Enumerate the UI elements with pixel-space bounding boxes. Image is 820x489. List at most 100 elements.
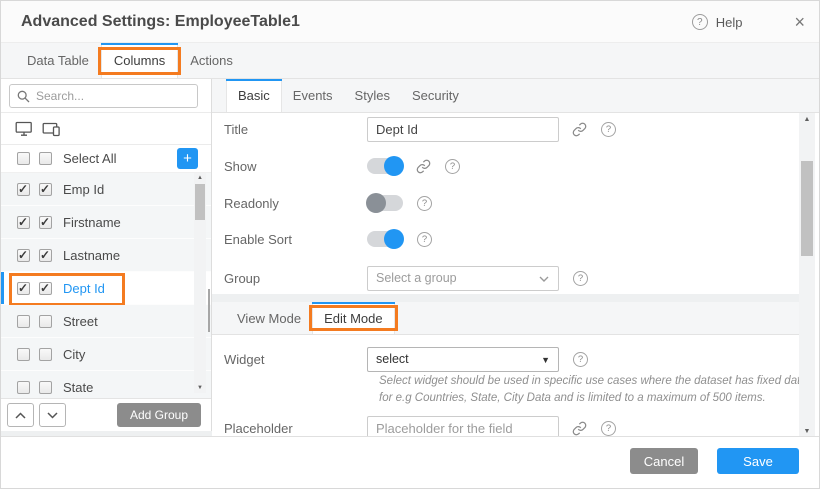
web-checkbox[interactable]: ✓ bbox=[17, 381, 30, 394]
readonly-label: Readonly bbox=[224, 196, 367, 211]
bind-link-icon[interactable] bbox=[572, 122, 587, 137]
widget-select[interactable]: select ▼ bbox=[367, 347, 559, 372]
column-row-city[interactable]: ✓ ✓ City bbox=[1, 338, 211, 371]
web-checkbox[interactable]: ✓ bbox=[17, 315, 30, 328]
sidebar-thin-scrollbar[interactable] bbox=[208, 289, 210, 332]
show-label: Show bbox=[224, 159, 367, 174]
help-link[interactable]: Help bbox=[716, 15, 743, 30]
group-label: Group bbox=[224, 271, 367, 286]
scroll-up-icon[interactable]: ▲ bbox=[194, 175, 206, 181]
tab-basic[interactable]: Basic bbox=[226, 79, 282, 112]
add-group-button[interactable]: Add Group bbox=[117, 403, 201, 427]
enable-sort-field-row: Enable Sort ? bbox=[224, 226, 795, 252]
tab-security[interactable]: Security bbox=[401, 79, 470, 112]
web-checkbox[interactable]: ✓ bbox=[17, 348, 30, 361]
panel-scrollbar[interactable]: ▲ ▼ bbox=[799, 113, 815, 438]
column-row-lastname[interactable]: ✓ ✓ Lastname bbox=[1, 239, 211, 272]
column-row-dept-id[interactable]: ✓ ✓ Dept Id bbox=[1, 272, 211, 305]
save-button[interactable]: Save bbox=[717, 448, 799, 474]
tab-label: Edit Mode bbox=[324, 311, 383, 326]
tab-view-mode[interactable]: View Mode bbox=[226, 302, 312, 334]
tab-label: Actions bbox=[190, 53, 233, 68]
column-row-street[interactable]: ✓ ✓ Street bbox=[1, 305, 211, 338]
tab-label: Styles bbox=[355, 88, 390, 103]
mobile-devices-icon[interactable] bbox=[42, 121, 62, 137]
search-field[interactable] bbox=[9, 84, 198, 108]
show-field-row: Show ? bbox=[224, 153, 795, 179]
web-checkbox[interactable]: ✓ bbox=[17, 282, 30, 295]
column-row-firstname[interactable]: ✓ ✓ Firstname bbox=[1, 206, 211, 239]
sidebar-scrollbar[interactable]: ▲ ▼ bbox=[194, 173, 206, 393]
column-row-state[interactable]: ✓ ✓ State bbox=[1, 371, 211, 398]
show-toggle[interactable] bbox=[367, 158, 403, 174]
tab-columns[interactable]: Columns bbox=[101, 43, 178, 78]
cancel-button[interactable]: Cancel bbox=[630, 448, 698, 474]
help-icon[interactable]: ? bbox=[417, 232, 432, 247]
column-list: ✓ ✓ Emp Id ✓ ✓ Firstname ✓ ✓ Lastname ✓ … bbox=[1, 173, 211, 398]
help-icon[interactable]: ? bbox=[417, 196, 432, 211]
group-select[interactable]: Select a group bbox=[367, 266, 559, 291]
mobile-checkbox[interactable]: ✓ bbox=[39, 216, 52, 229]
tab-events[interactable]: Events bbox=[282, 79, 344, 112]
move-up-button[interactable] bbox=[7, 403, 34, 427]
widget-label: Widget bbox=[224, 352, 367, 367]
mobile-checkbox[interactable]: ✓ bbox=[39, 381, 52, 394]
columns-sidebar: ✓ ✓ Select All + ✓ ✓ Emp Id ✓ ✓ Firstnam… bbox=[1, 79, 212, 431]
advanced-settings-dialog: Advanced Settings: EmployeeTable1 ? Help… bbox=[0, 0, 820, 489]
title-input[interactable] bbox=[367, 117, 559, 142]
add-column-button[interactable]: + bbox=[177, 148, 198, 169]
column-settings-panel: Basic Events Styles Security Title ? Sho… bbox=[212, 79, 819, 438]
enable-sort-toggle[interactable] bbox=[367, 231, 403, 247]
tab-actions[interactable]: Actions bbox=[178, 43, 245, 78]
mobile-checkbox[interactable]: ✓ bbox=[39, 152, 52, 165]
column-label: Lastname bbox=[63, 248, 120, 263]
readonly-toggle[interactable] bbox=[367, 195, 403, 211]
mode-tab-bar: View Mode Edit Mode bbox=[212, 302, 803, 335]
bind-link-icon[interactable] bbox=[416, 159, 431, 174]
help-icon[interactable]: ? bbox=[573, 271, 588, 286]
column-label: Dept Id bbox=[63, 281, 105, 296]
title-label: Title bbox=[224, 122, 367, 137]
sidebar-footer: Add Group bbox=[1, 398, 211, 431]
scroll-down-icon[interactable]: ▼ bbox=[799, 428, 815, 435]
scrollbar-thumb[interactable] bbox=[195, 184, 205, 220]
web-checkbox[interactable]: ✓ bbox=[17, 183, 30, 196]
web-checkbox[interactable]: ✓ bbox=[17, 249, 30, 262]
tab-edit-mode[interactable]: Edit Mode bbox=[312, 302, 395, 334]
web-checkbox[interactable]: ✓ bbox=[17, 216, 30, 229]
desktop-icon[interactable] bbox=[15, 121, 33, 137]
help-icon[interactable]: ? bbox=[601, 421, 616, 436]
web-checkbox[interactable]: ✓ bbox=[17, 152, 30, 165]
dialog-footer: Cancel Save bbox=[1, 436, 819, 488]
tab-label: Data Table bbox=[27, 53, 89, 68]
mobile-checkbox[interactable]: ✓ bbox=[39, 315, 52, 328]
widget-field-row: Widget select ▼ ? bbox=[224, 346, 795, 372]
scroll-down-icon[interactable]: ▼ bbox=[194, 385, 206, 391]
select-all-row[interactable]: ✓ ✓ Select All + bbox=[1, 145, 211, 173]
panel-scroll-area: Title ? Show ? Readonly ? bbox=[212, 113, 819, 438]
mobile-checkbox[interactable]: ✓ bbox=[39, 249, 52, 262]
select-all-label: Select All bbox=[63, 151, 116, 166]
close-icon[interactable]: × bbox=[794, 13, 805, 31]
tab-data-table[interactable]: Data Table bbox=[15, 43, 101, 78]
mobile-checkbox[interactable]: ✓ bbox=[39, 348, 52, 361]
placeholder-input[interactable] bbox=[367, 416, 559, 439]
mobile-checkbox[interactable]: ✓ bbox=[39, 282, 52, 295]
help-icon[interactable]: ? bbox=[601, 122, 616, 137]
tab-label: Events bbox=[293, 88, 333, 103]
mobile-checkbox[interactable]: ✓ bbox=[39, 183, 52, 196]
help-icon[interactable]: ? bbox=[573, 352, 588, 367]
scroll-up-icon[interactable]: ▲ bbox=[799, 116, 815, 123]
help-icon[interactable]: ? bbox=[445, 159, 460, 174]
move-down-button[interactable] bbox=[39, 403, 66, 427]
chevron-down-icon bbox=[539, 276, 549, 282]
search-input[interactable] bbox=[36, 86, 193, 106]
scrollbar-thumb[interactable] bbox=[801, 161, 813, 256]
help-icon[interactable]: ? bbox=[692, 14, 708, 30]
tab-styles[interactable]: Styles bbox=[344, 79, 401, 112]
group-field-row: Group Select a group ? bbox=[224, 265, 795, 291]
column-row-emp-id[interactable]: ✓ ✓ Emp Id bbox=[1, 173, 211, 206]
column-label: Street bbox=[63, 314, 98, 329]
bind-link-icon[interactable] bbox=[572, 421, 587, 436]
placeholder-field-row: Placeholder ? bbox=[224, 415, 795, 438]
